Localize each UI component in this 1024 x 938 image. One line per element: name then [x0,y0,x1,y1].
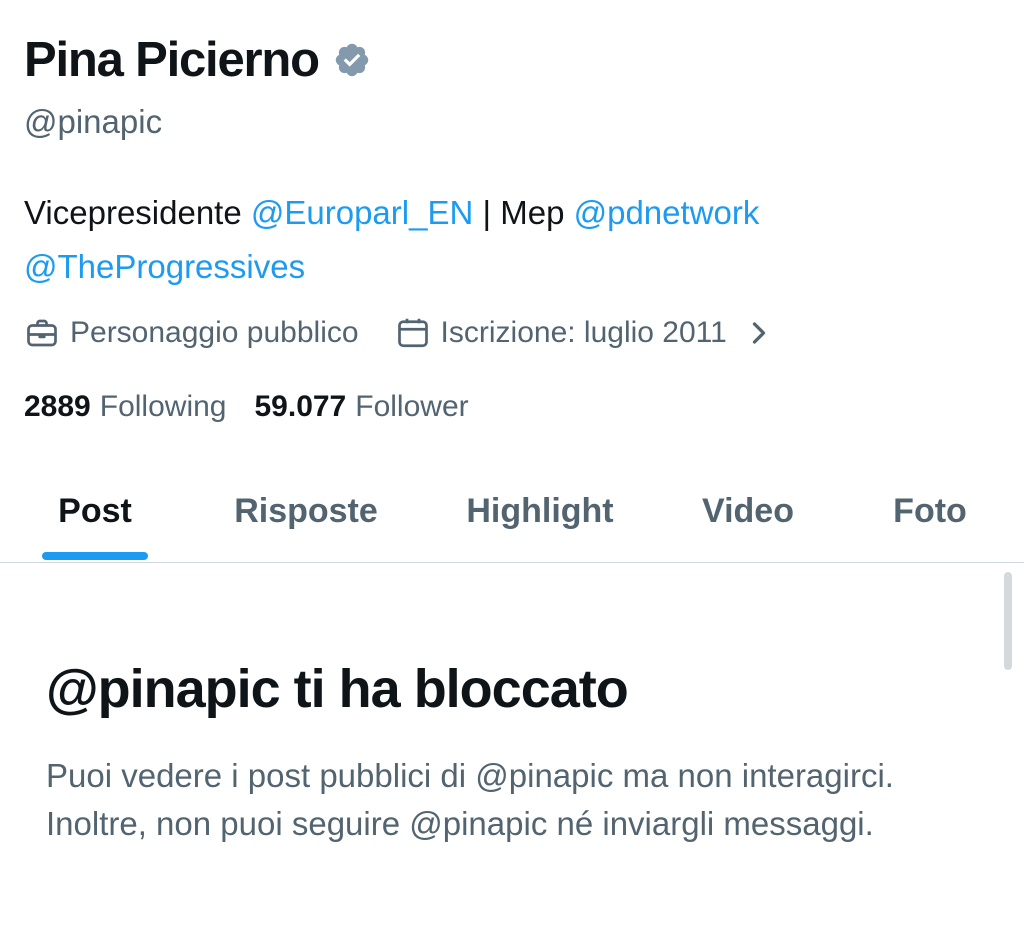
profile-bio: Vicepresidente @Europarl_EN | Mep @pdnet… [24,186,984,294]
tab-risposte[interactable]: Risposte [210,460,402,562]
followers-count: 59.077 [254,390,347,423]
chevron-right-icon [752,322,765,344]
blocked-description: Puoi vedere i post pubblici di @pinapic … [46,757,894,842]
bio-text: | Mep [473,194,574,231]
active-tab-indicator [42,552,148,560]
tab-foto[interactable]: Foto [870,460,990,562]
tab-highlight[interactable]: Highlight [440,460,640,562]
profile-handle: @pinapic [24,103,163,140]
profile-stats: 2889 Following 59.077 Follower [24,384,469,430]
bio-mention-theprogressives[interactable]: @TheProgressives [24,248,305,285]
joined-label: Iscrizione: luglio 2011 [440,316,727,349]
blocked-title: @pinapic ti ha bloccato [46,659,629,719]
following-stat[interactable]: 2889 Following [24,390,226,424]
profile-tabs: Post Risposte Highlight Video Foto [0,460,1024,563]
followers-stat[interactable]: 59.077 Follower [254,390,468,424]
bio-mention-pdnetwork[interactable]: @pdnetwork [574,194,760,231]
joined-item[interactable]: Iscrizione: luglio 2011 [395,315,787,351]
category-label: Personaggio pubblico [70,316,359,349]
bio-text: Vicepresidente [24,194,251,231]
followers-label: Follower [355,390,469,423]
calendar-icon [397,318,428,348]
bio-mention-europarl[interactable]: @Europarl_EN [251,194,473,231]
tab-video[interactable]: Video [676,460,820,562]
blocked-notice: @pinapic ti ha bloccato Puoi vedere i po… [46,656,946,848]
display-name: Pina Picierno [24,33,320,87]
scrollbar[interactable] [1004,572,1012,670]
following-label: Following [99,390,227,423]
profile-meta: Personaggio pubblico Iscrizione: luglio … [24,310,787,356]
tab-post[interactable]: Post [22,460,168,562]
category-item: Personaggio pubblico [24,315,359,351]
verified-badge-icon[interactable] [333,41,371,79]
following-count: 2889 [24,390,91,423]
briefcase-icon [27,319,57,347]
name-row: Pina Picierno [24,32,371,88]
